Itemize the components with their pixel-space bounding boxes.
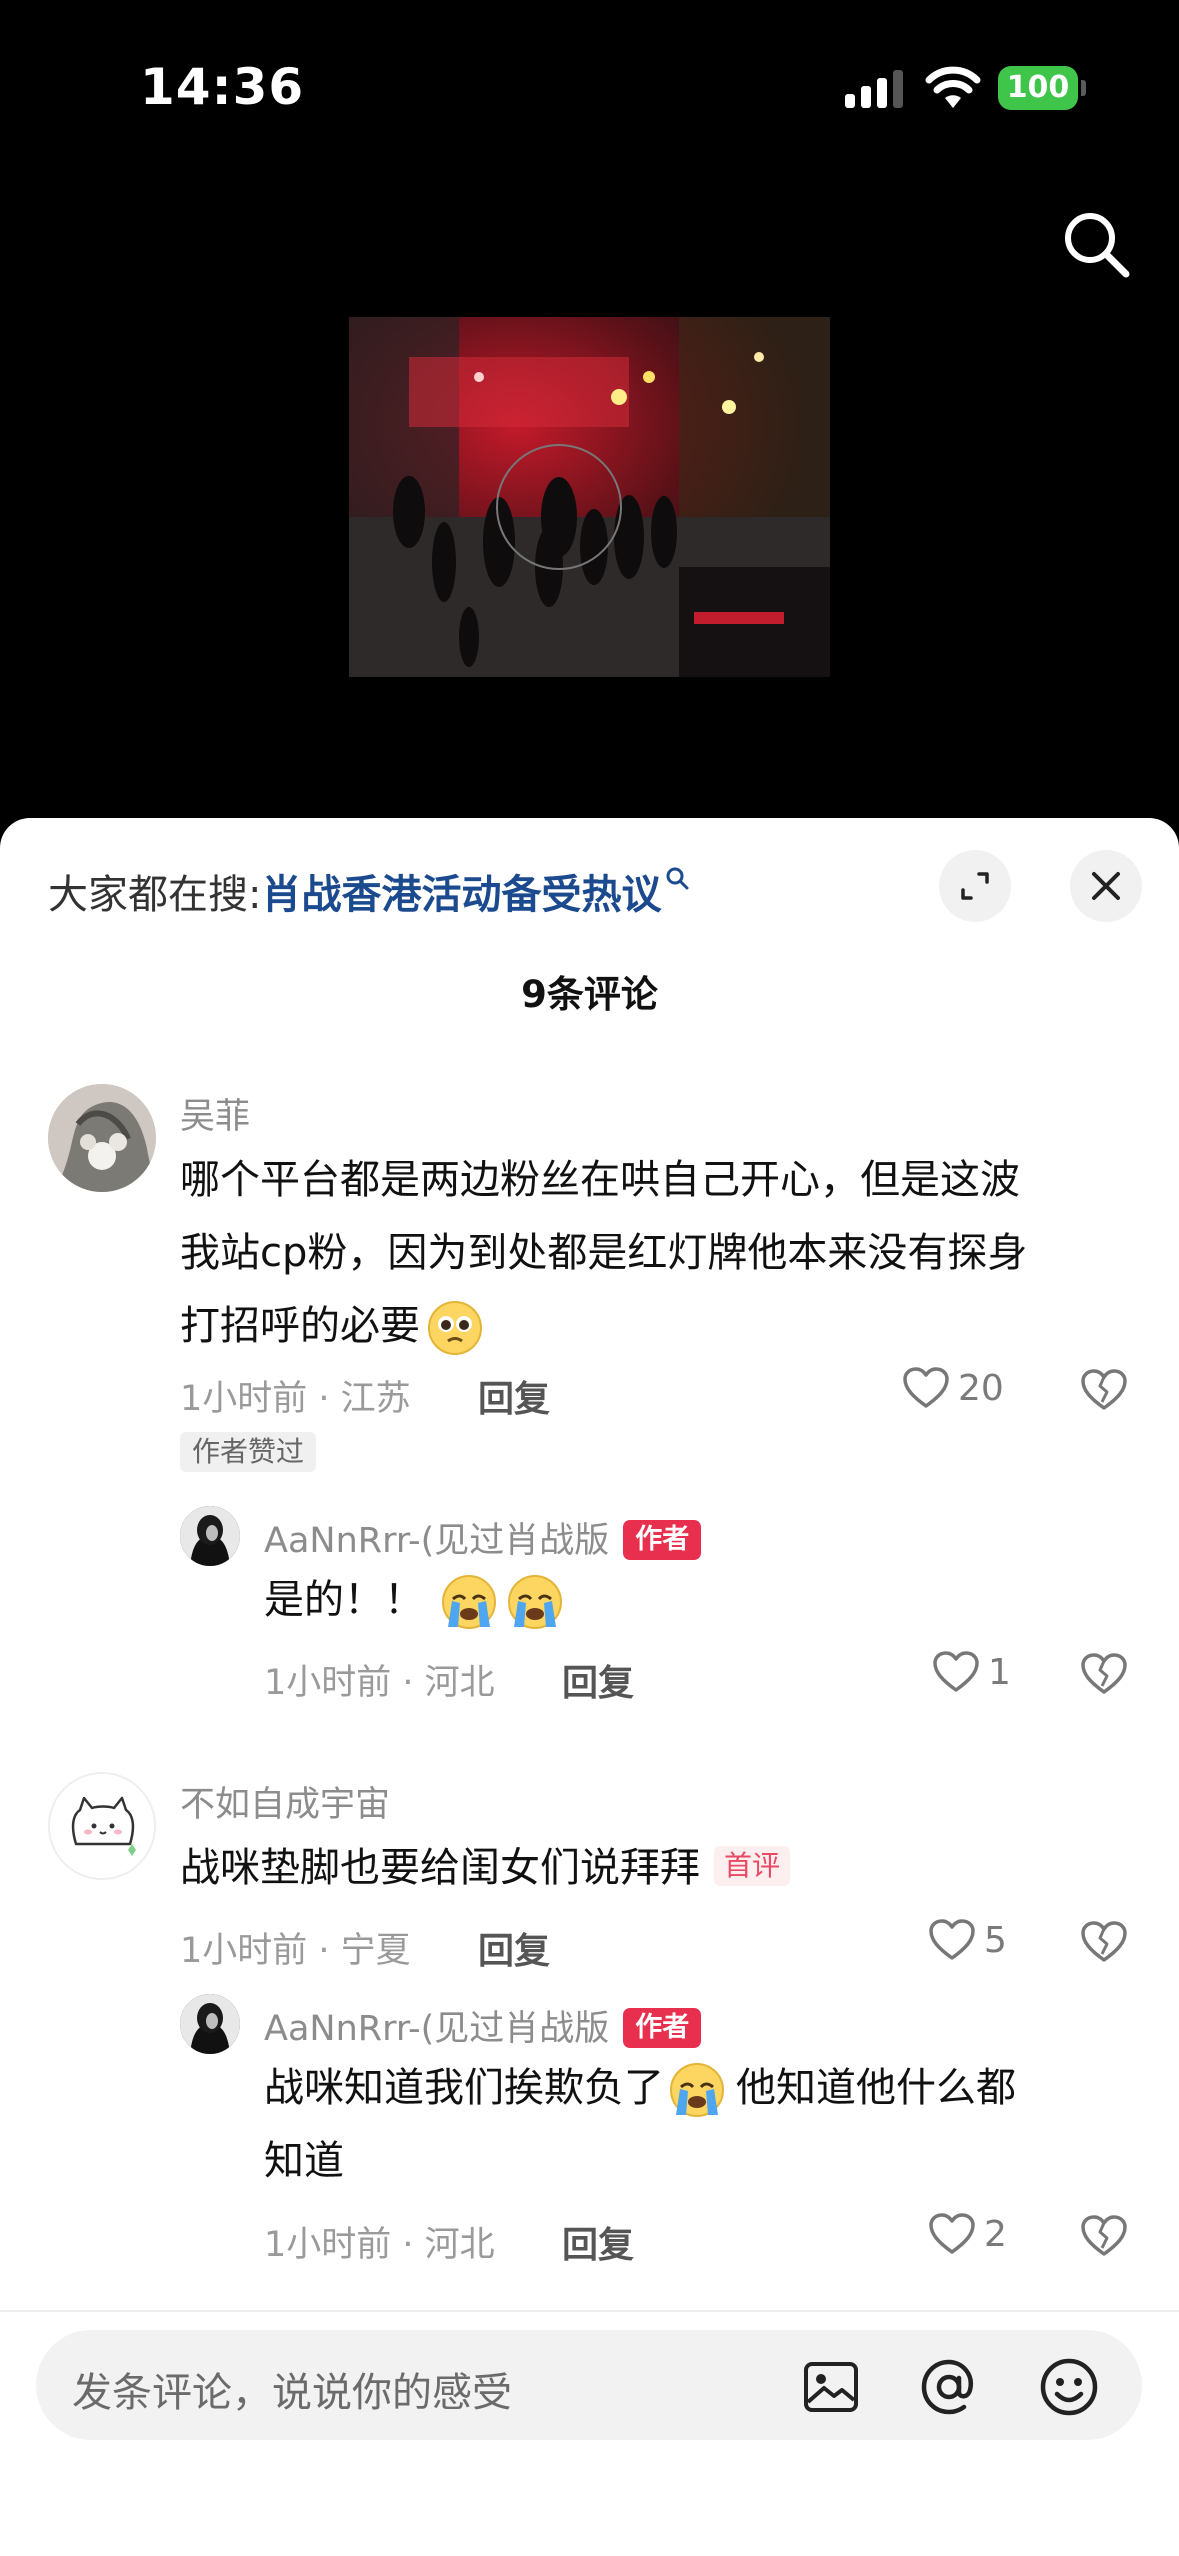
expand-button[interactable] (939, 850, 1011, 922)
like-count: 1 (988, 1651, 1011, 1693)
like-button[interactable]: 20 (902, 1366, 1004, 1410)
comment-meta: 1小时前 · 江苏 (180, 1379, 411, 1419)
comment-text: 哪个平台都是两边粉丝在哄自己开心，但是这波 我站cp粉，因为到处都是红灯牌他本来… (180, 1144, 1027, 1363)
heart-icon (929, 2213, 975, 2254)
broken-heart-icon[interactable] (1080, 1650, 1128, 1698)
close-icon (1092, 872, 1120, 900)
expand-icon (961, 872, 989, 900)
comment-text-content: 战咪垫脚也要给闺女们说拜拜 (180, 1845, 700, 1891)
like-button[interactable]: 2 (928, 2212, 1007, 2256)
commenter-name[interactable]: 不如自成宇宙 (180, 1776, 390, 1827)
comment-count: 9条评论 (521, 973, 658, 1016)
replier-name-text: AaNnRrr-(见过肖战版 (264, 1521, 610, 1561)
battery-icon: 100 (998, 66, 1086, 110)
avatar-image (180, 1994, 240, 2054)
like-count: 20 (958, 1367, 1004, 1409)
author-liked-badge: 作者赞过 (180, 1432, 317, 1472)
crying-face-emoji (508, 1575, 562, 1629)
avatar[interactable] (180, 1994, 240, 2054)
crying-face-emoji (442, 1575, 496, 1629)
like-count: 2 (984, 2213, 1007, 2255)
heart-icon (933, 1651, 979, 1692)
cellular-signal-icon (845, 70, 903, 108)
avatar[interactable] (48, 1772, 156, 1880)
heart-icon (929, 1919, 975, 1960)
avatar-image (48, 1084, 156, 1192)
comment-meta: 1小时前 · 宁夏 (180, 1931, 411, 1971)
comment-text-line-end: 打招呼的必要 (180, 1303, 420, 1349)
heart-icon (903, 1367, 949, 1408)
reply-text: 是的！！ (264, 1564, 564, 1637)
reply-meta: 1小时前 · 河北 (264, 2225, 495, 2265)
image-icon[interactable] (800, 2356, 862, 2418)
avatar[interactable] (48, 1084, 156, 1192)
reply-button[interactable]: 回复 (562, 2216, 634, 2268)
comment-sheet: 大家都在搜:肖战香港活动备受热议 9条评论 吴菲 哪个平台都是两边粉丝在哄自己开… (0, 818, 1179, 2556)
comment-text-line: 我站cp粉，因为到处都是红灯牌他本来没有探身 (180, 1230, 1028, 1276)
mention-icon[interactable] (918, 2356, 980, 2418)
video-player[interactable] (349, 317, 830, 677)
reply-text-line-end: 他知道他什么都 (736, 2065, 1016, 2111)
emoji-icon[interactable] (1038, 2356, 1100, 2418)
broken-heart-icon[interactable] (1080, 1366, 1128, 1414)
hot-search-prefix: 大家都在搜: (48, 872, 262, 918)
hot-search-bar[interactable]: 大家都在搜:肖战香港活动备受热议 (48, 862, 691, 920)
like-button[interactable]: 5 (928, 1918, 1007, 1962)
reply-button[interactable]: 回复 (478, 1922, 550, 1974)
comment-text: 战咪垫脚也要给闺女们说拜拜 首评 (180, 1832, 791, 1905)
reply-text-line-start: 战咪知道我们挨欺负了 (264, 2065, 664, 2111)
like-button[interactable]: 1 (932, 1650, 1011, 1694)
like-count: 5 (984, 1919, 1007, 1961)
reply-button[interactable]: 回复 (562, 1654, 634, 1706)
author-badge: 作者 (623, 1520, 702, 1560)
comment-input-bar: 发条评论，说说你的感受 (0, 2310, 1179, 2556)
comment-input[interactable]: 发条评论，说说你的感受 (36, 2330, 1142, 2440)
first-comment-badge: 首评 (714, 1846, 791, 1886)
broken-heart-icon[interactable] (1080, 2212, 1128, 2260)
video-frame (349, 317, 830, 677)
comment-text-line: 哪个平台都是两边粉丝在哄自己开心，但是这波 (180, 1157, 1020, 1203)
reply-text-content: 是的！！ (264, 1577, 424, 1623)
pleading-face-emoji (428, 1301, 482, 1355)
avatar-image (50, 1774, 154, 1878)
author-badge: 作者 (623, 2008, 702, 2048)
replier-name-text: AaNnRrr-(见过肖战版 (264, 2009, 610, 2049)
avatar-image (180, 1506, 240, 1566)
reply-button[interactable]: 回复 (478, 1370, 550, 1422)
hot-search-term[interactable]: 肖战香港活动备受热议 (261, 872, 661, 918)
reply-text-line: 战咪知道我们挨欺负了 他知道他什么都 (264, 2052, 1016, 2125)
status-time: 14:36 (140, 58, 305, 116)
comment-text-line: 打招呼的必要 (180, 1290, 1027, 1363)
replier-name[interactable]: AaNnRrr-(见过肖战版 作者 (264, 2000, 702, 2051)
wifi-icon (925, 66, 981, 108)
avatar[interactable] (180, 1506, 240, 1566)
crying-face-emoji (670, 2063, 724, 2117)
replier-name[interactable]: AaNnRrr-(见过肖战版 作者 (264, 1512, 702, 1563)
comment-input-placeholder: 发条评论，说说你的感受 (72, 2370, 512, 2416)
battery-level: 100 (998, 66, 1078, 110)
reply-text: 战咪知道我们挨欺负了 他知道他什么都 知道 (264, 2052, 1016, 2198)
close-button[interactable] (1070, 850, 1142, 922)
reply-text-line: 知道 (264, 2138, 344, 2184)
commenter-name[interactable]: 吴菲 (180, 1088, 250, 1139)
reply-meta: 1小时前 · 河北 (264, 1663, 495, 1703)
status-bar: 14:36 100 (0, 0, 1179, 170)
search-icon[interactable] (1060, 208, 1132, 280)
small-search-icon (666, 867, 689, 890)
broken-heart-icon[interactable] (1080, 1918, 1128, 1966)
